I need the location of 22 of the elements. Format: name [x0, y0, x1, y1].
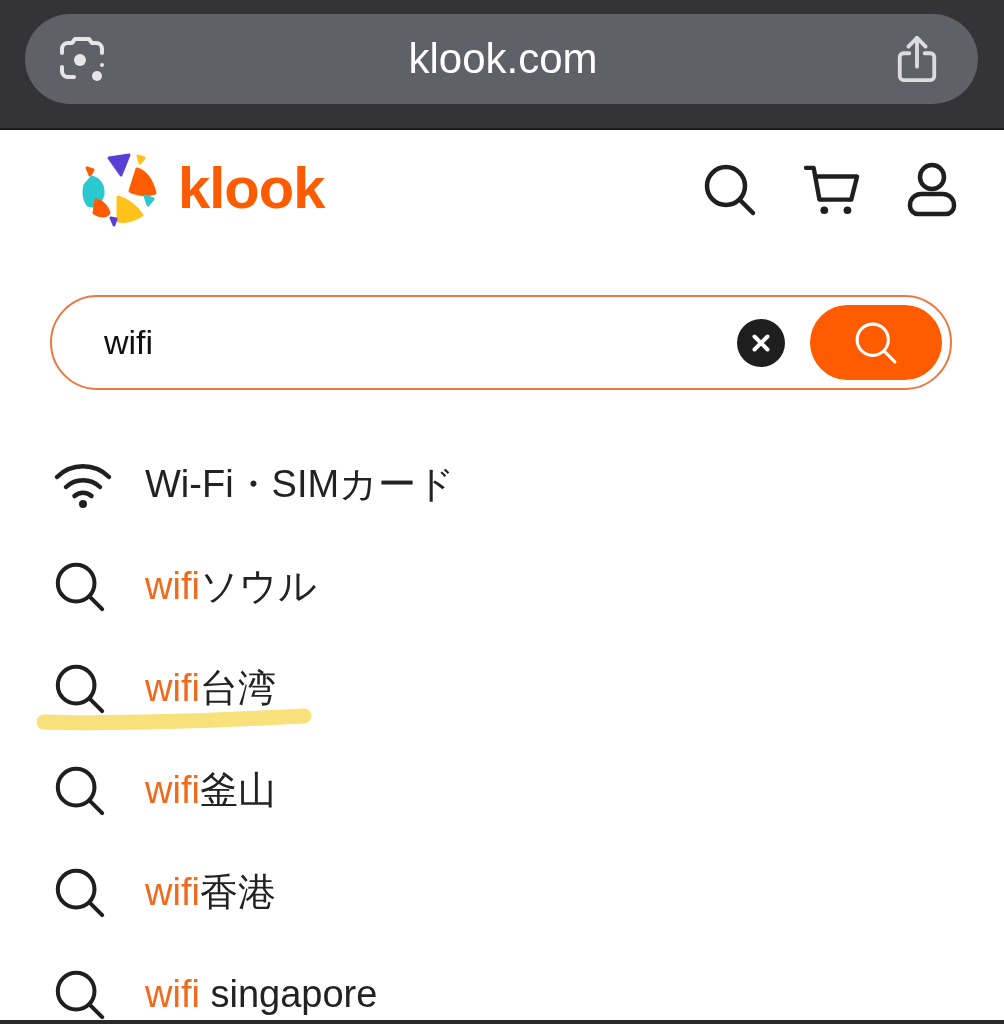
clear-icon[interactable]: [737, 318, 785, 367]
suggestion-link[interactable]: wifi台湾: [145, 666, 276, 712]
search-field[interactable]: wifi: [50, 295, 952, 390]
suggestion-link[interactable]: wifiソウル: [145, 564, 317, 610]
search-icon: [53, 866, 107, 920]
suggestion-link[interactable]: wifi香港: [145, 870, 276, 916]
camera-scan-icon[interactable]: [58, 35, 106, 83]
search-icon: [53, 662, 107, 716]
suggestion-link[interactable]: wifi釜山: [145, 768, 276, 814]
url-text: klook.com: [408, 38, 598, 80]
search-button[interactable]: [810, 305, 942, 380]
search-input[interactable]: wifi: [104, 317, 712, 368]
category-link[interactable]: Wi-Fi・SIMカード: [145, 462, 456, 508]
search-icon[interactable]: [702, 162, 758, 218]
petal-logo-icon[interactable]: [82, 153, 158, 227]
address-bar[interactable]: klook.com: [25, 14, 978, 104]
search-icon: [53, 560, 107, 614]
cart-icon[interactable]: [803, 163, 861, 217]
suggestion-link[interactable]: wifi singapore: [145, 972, 378, 1018]
wifi-icon: [53, 461, 113, 509]
user-icon[interactable]: [906, 162, 958, 218]
search-icon: [53, 764, 107, 818]
